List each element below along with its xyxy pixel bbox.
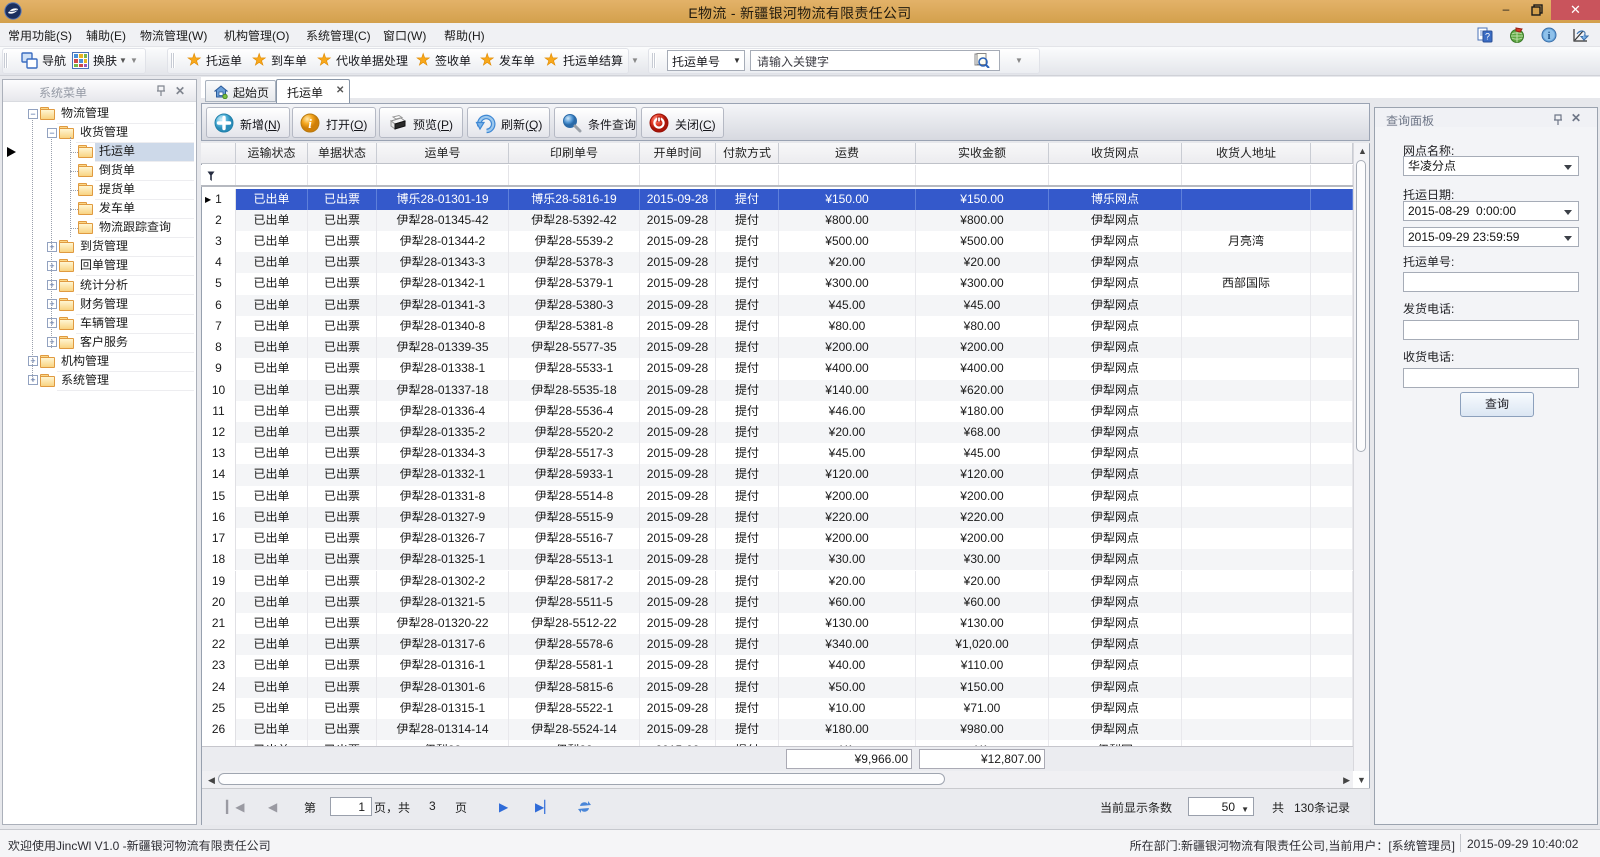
svg-text:i: i xyxy=(1548,31,1551,42)
svg-text:i: i xyxy=(308,116,312,131)
svg-text:?: ? xyxy=(1485,32,1490,42)
